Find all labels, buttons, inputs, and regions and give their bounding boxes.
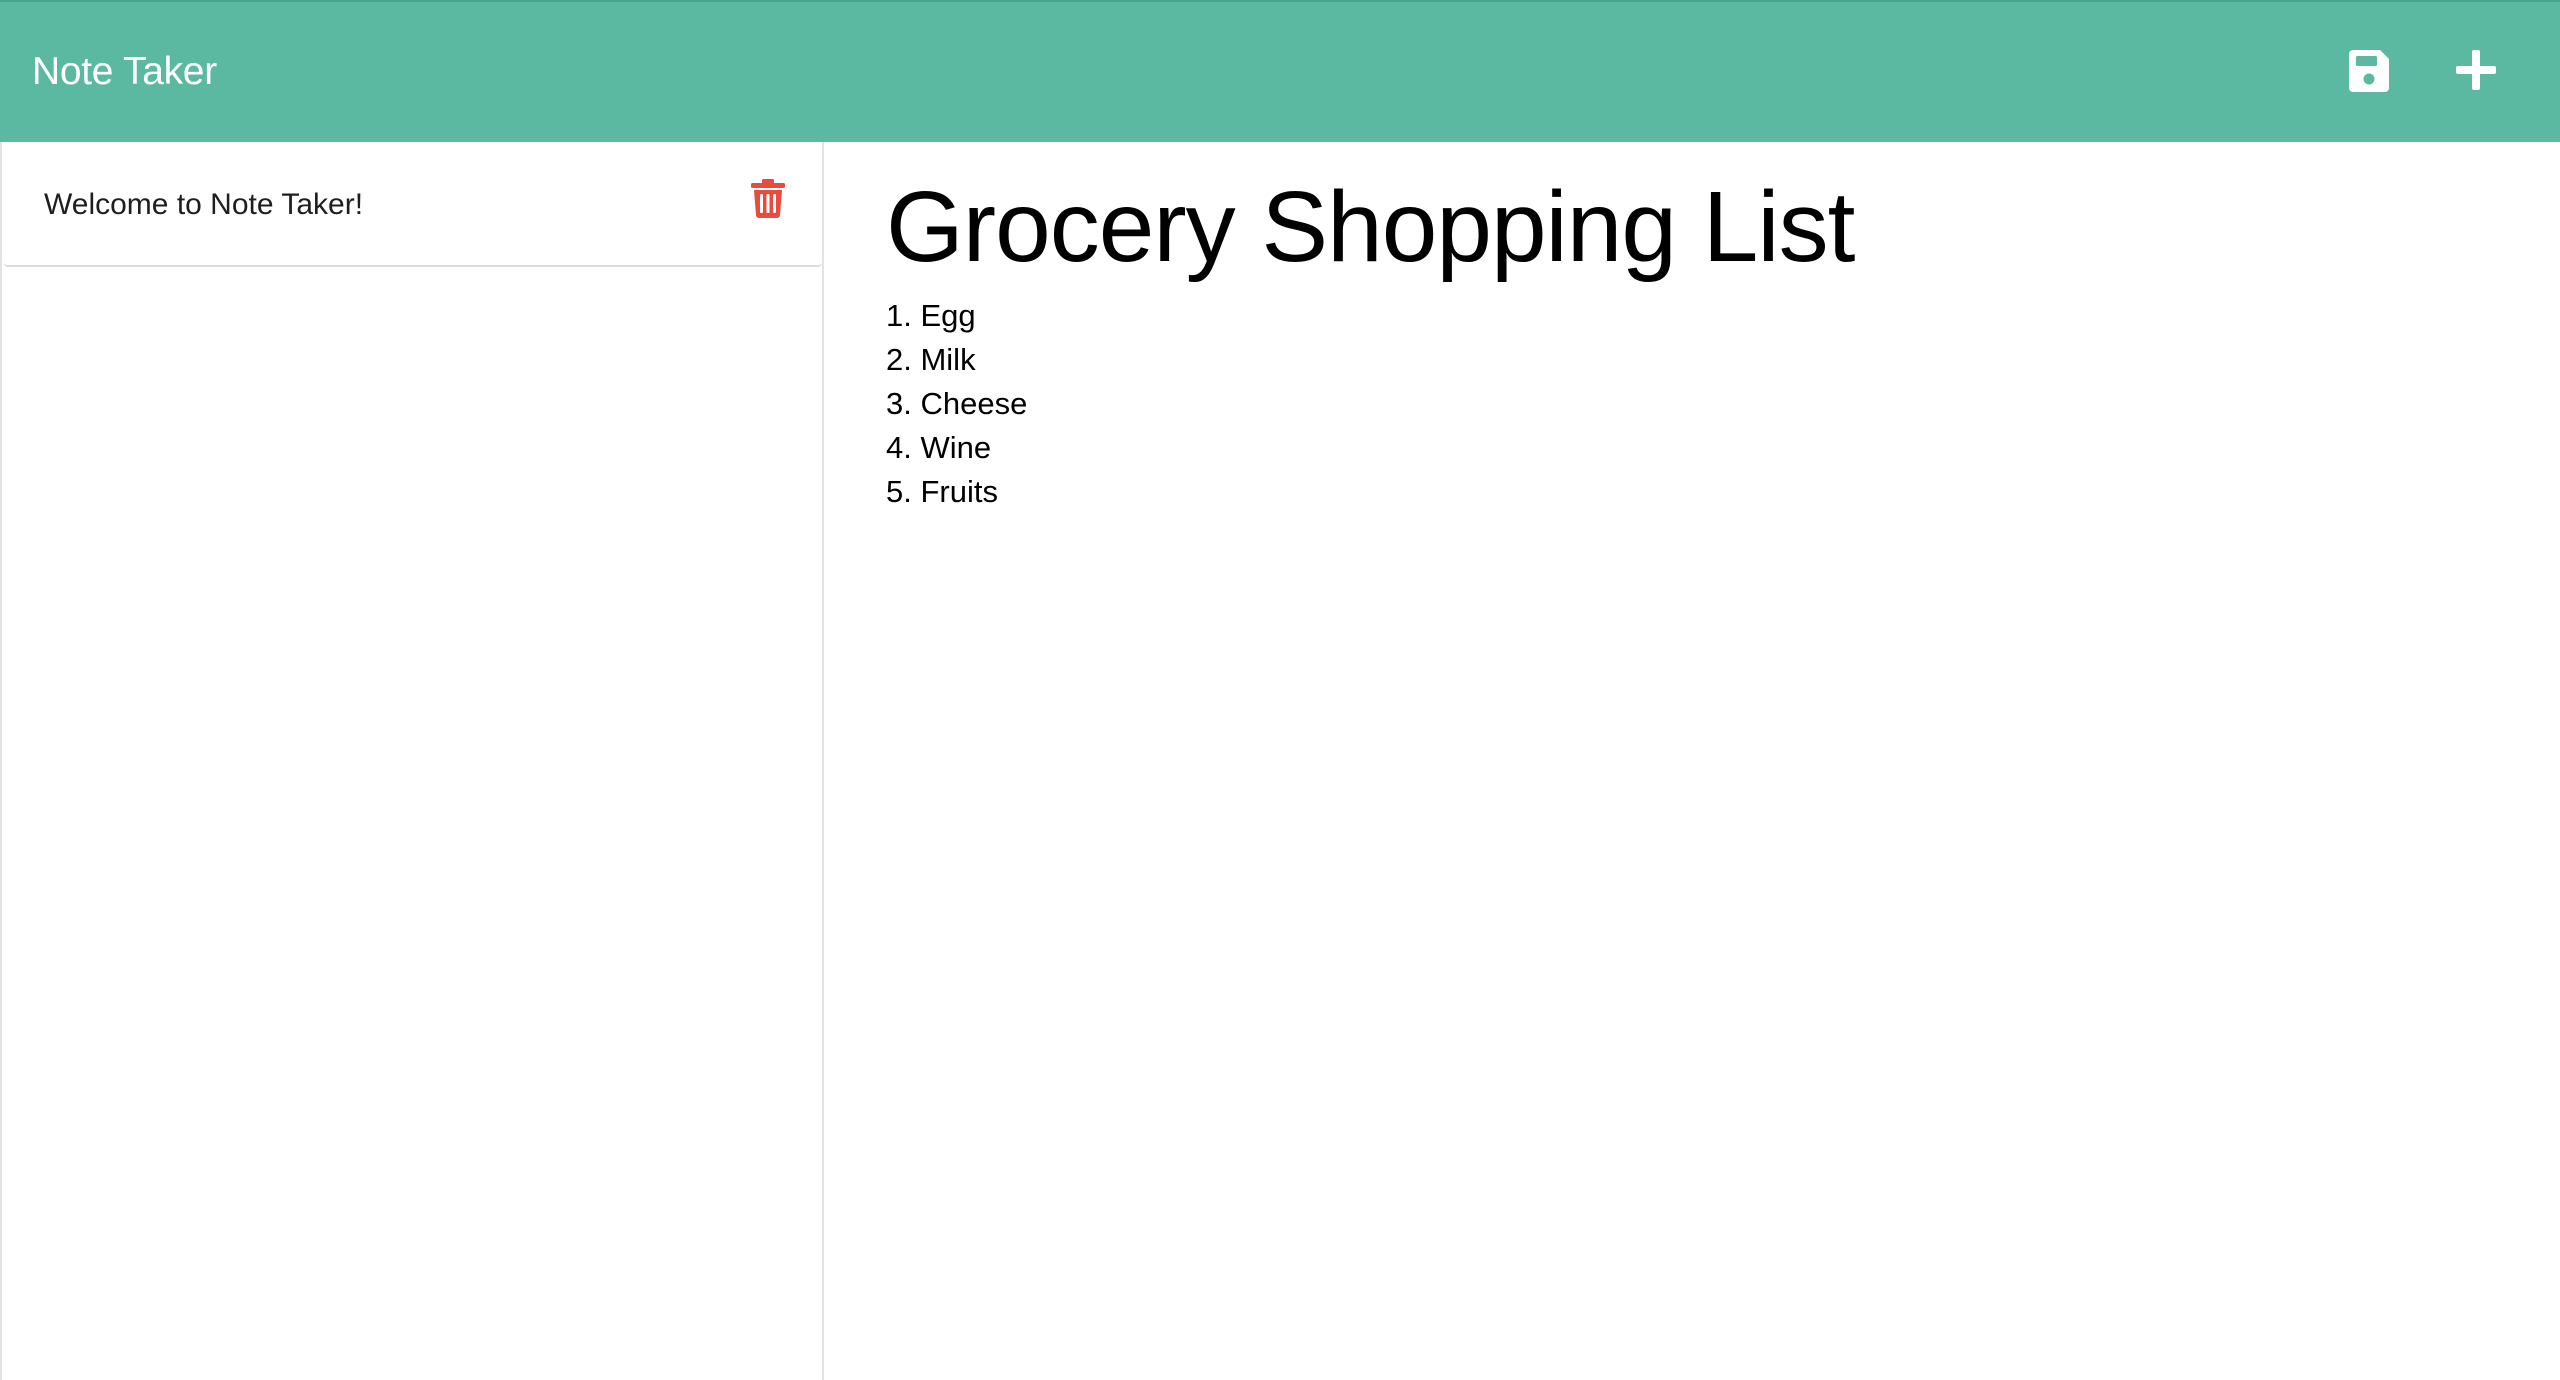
note-list-item-title: Welcome to Note Taker! [44,188,364,221]
save-note-icon[interactable] [2345,46,2393,94]
new-note-icon[interactable] [2452,46,2500,94]
note-list-item[interactable]: Welcome to Note Taker! [4,142,822,267]
note-title-input[interactable] [886,167,2486,287]
brand-title[interactable]: Note Taker [32,49,217,95]
note-text-area[interactable]: 1. Egg 2. Milk 3. Cheese 4. Wine 5. Frui… [886,294,2486,1294]
delete-note-icon[interactable] [751,178,785,218]
navbar: Note Taker [0,0,2560,142]
sidebar: Welcome to Note Taker! [0,142,824,1380]
note-editor: 1. Egg 2. Milk 3. Cheese 4. Wine 5. Frui… [824,142,2560,1380]
app-root: Note Taker Welcome to Note Taker! 1. [0,0,2560,1380]
